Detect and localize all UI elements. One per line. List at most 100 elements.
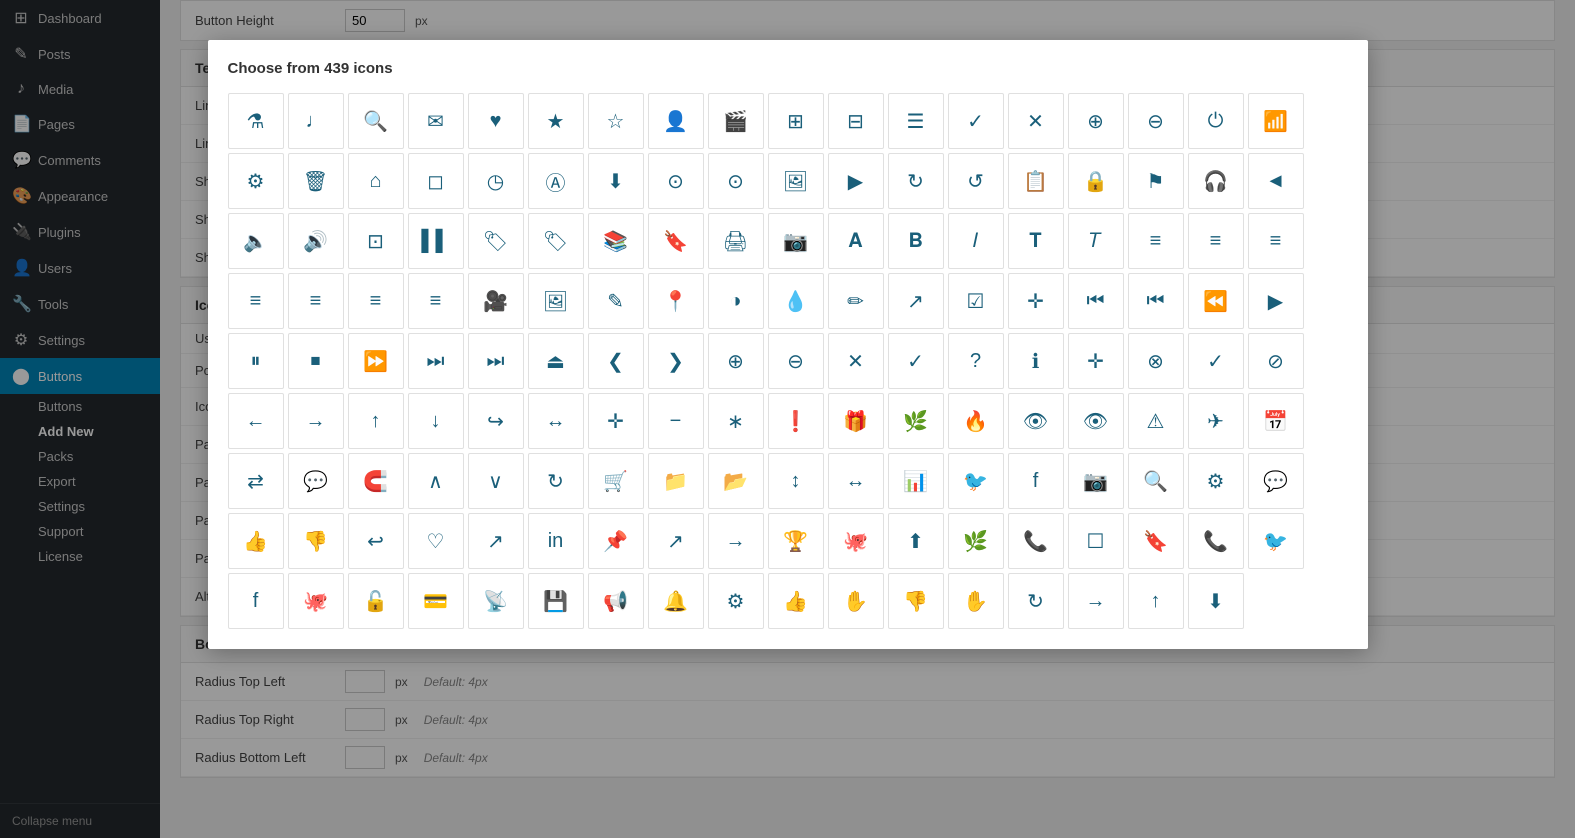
megaphone-icon[interactable]: 📢 — [588, 573, 644, 629]
github2-icon[interactable]: 🐙 — [288, 573, 344, 629]
track-next-icon[interactable]: ⏭ — [468, 333, 524, 389]
track-prev-icon[interactable]: ⏮ — [1128, 273, 1184, 329]
check-icon[interactable]: ✓ — [948, 93, 1004, 149]
chevron-left-icon[interactable]: ❮ — [588, 333, 644, 389]
filter-icon[interactable]: ⚗ — [228, 93, 284, 149]
forward-icon[interactable]: ↗ — [468, 513, 524, 569]
pin-icon[interactable]: 📍 — [648, 273, 704, 329]
power-icon[interactable]: ⏻ — [1188, 93, 1244, 149]
reply-icon[interactable]: ↪ — [468, 393, 524, 449]
chevron-right-icon[interactable]: ❯ — [648, 333, 704, 389]
facebook2-icon[interactable]: f — [228, 573, 284, 629]
play-icon[interactable]: ▶ — [828, 153, 884, 209]
arrow-down-icon[interactable]: ↓ — [408, 393, 464, 449]
pencil-icon[interactable]: ✎ — [588, 273, 644, 329]
plus-icon[interactable]: ✛ — [588, 393, 644, 449]
arrow-left-icon[interactable]: ← — [228, 393, 284, 449]
arrow-right-icon[interactable]: → — [288, 393, 344, 449]
vol-mute-icon[interactable]: ◄ — [1248, 153, 1304, 209]
calendar-icon[interactable]: 📅 — [1248, 393, 1304, 449]
info-circle-icon[interactable]: ℹ — [1008, 333, 1064, 389]
refresh-ccw-icon[interactable]: ↺ — [948, 153, 1004, 209]
signal-icon[interactable]: 📶 — [1248, 93, 1304, 149]
list-icon[interactable]: ☰ — [888, 93, 944, 149]
expand-icon[interactable]: ↔ — [528, 393, 584, 449]
image-icon[interactable]: 🖼 — [768, 153, 824, 209]
speech-icon[interactable]: 💬 — [288, 453, 344, 509]
thumbs-up-icon[interactable]: 👍 — [228, 513, 284, 569]
phone2-icon[interactable]: 📞 — [1188, 513, 1244, 569]
video-icon[interactable]: 🎥 — [468, 273, 524, 329]
twitter-icon[interactable]: 🐦 — [948, 453, 1004, 509]
circle-down-icon[interactable]: ⊙ — [648, 153, 704, 209]
exclaim-icon[interactable]: ❗ — [768, 393, 824, 449]
pause-icon[interactable]: ⏸ — [228, 333, 284, 389]
text-t2-icon[interactable]: 𝑇 — [1068, 213, 1124, 269]
share-icon[interactable]: ↗ — [888, 273, 944, 329]
text-t-icon[interactable]: 𝐓 — [1008, 213, 1064, 269]
grid-3x3-icon[interactable]: ⊟ — [828, 93, 884, 149]
camera-icon[interactable]: 📷 — [768, 213, 824, 269]
sign-in-icon[interactable]: → — [708, 513, 764, 569]
rotate-icon[interactable]: ↻ — [1008, 573, 1064, 629]
search-plus-icon[interactable]: 🔍 — [1128, 453, 1184, 509]
unlock-icon[interactable]: 🔓 — [348, 573, 404, 629]
music-icon[interactable]: ♩ — [288, 93, 344, 149]
asterisk-icon[interactable]: ∗ — [708, 393, 764, 449]
minus-circle-icon[interactable]: ⊖ — [768, 333, 824, 389]
align-center-icon[interactable]: ≡ — [1188, 213, 1244, 269]
zoom-out-icon[interactable]: ⊖ — [1128, 93, 1184, 149]
rss-icon[interactable]: 📡 — [468, 573, 524, 629]
twitter2-icon[interactable]: 🐦 — [1248, 513, 1304, 569]
linkedin-icon[interactable]: in — [528, 513, 584, 569]
close-icon[interactable]: ✕ — [1008, 93, 1064, 149]
fire-icon[interactable]: 🔥 — [948, 393, 1004, 449]
mail-icon[interactable]: ✉ — [408, 93, 464, 149]
question-circle-icon[interactable]: ? — [948, 333, 1004, 389]
bookmark-icon[interactable]: 🔖 — [648, 213, 704, 269]
skip-end-icon[interactable]: ⏭ — [408, 333, 464, 389]
align-right-icon[interactable]: ≡ — [1248, 213, 1304, 269]
headphones-icon[interactable]: 🎧 — [1188, 153, 1244, 209]
align-justify-icon[interactable]: ≡ — [228, 273, 284, 329]
vol-high-icon[interactable]: 🔊 — [288, 213, 344, 269]
gift-icon[interactable]: 🎁 — [828, 393, 884, 449]
plus-circle-icon[interactable]: ⊕ — [708, 333, 764, 389]
check-circle-icon[interactable]: ✓ — [888, 333, 944, 389]
settings2-icon[interactable]: ⚙ — [708, 573, 764, 629]
folder-open-icon[interactable]: 📂 — [708, 453, 764, 509]
clock-icon[interactable]: ◷ — [468, 153, 524, 209]
download-icon[interactable]: ⬇ — [588, 153, 644, 209]
align-left-icon[interactable]: ≡ — [1128, 213, 1184, 269]
heart-icon[interactable]: ♥ — [468, 93, 524, 149]
move-icon[interactable]: ✛ — [1008, 273, 1064, 329]
arrow-right2-icon[interactable]: → — [1068, 573, 1124, 629]
chevron-up-icon[interactable]: ∧ — [408, 453, 464, 509]
lock-icon[interactable]: 🔒 — [1068, 153, 1124, 209]
tags-icon[interactable]: 🏷 — [528, 213, 584, 269]
ban-icon[interactable]: ⊘ — [1248, 333, 1304, 389]
comment-icon[interactable]: 💬 — [1248, 453, 1304, 509]
leaf-icon[interactable]: 🌿 — [888, 393, 944, 449]
list-indent-icon[interactable]: ≡ — [348, 273, 404, 329]
circle-half-icon[interactable]: ◑ — [708, 273, 764, 329]
icon-picker-overlay[interactable]: Choose from 439 icons ⚗♩🔍✉♥★☆👤🎬⊞⊟☰✓✕⊕⊖⏻📶… — [160, 0, 1575, 838]
hdd-icon[interactable]: 💾 — [528, 573, 584, 629]
folder-icon[interactable]: 📁 — [648, 453, 704, 509]
cogs-icon[interactable]: ⚙ — [1188, 453, 1244, 509]
arrow-down2-icon[interactable]: ⬇ — [1188, 573, 1244, 629]
drop-icon[interactable]: 💧 — [768, 273, 824, 329]
film-icon[interactable]: 🎬 — [708, 93, 764, 149]
text-b-icon[interactable]: 𝐁 — [888, 213, 944, 269]
shuffle-icon[interactable]: ⇄ — [228, 453, 284, 509]
upload-icon[interactable]: ⬆ — [888, 513, 944, 569]
eject-icon[interactable]: ⏏ — [528, 333, 584, 389]
trash-icon[interactable]: 🗑 — [288, 153, 344, 209]
gear-icon[interactable]: ⚙ — [228, 153, 284, 209]
credit-card-icon[interactable]: 💳 — [408, 573, 464, 629]
play2-icon[interactable]: ▶ — [1248, 273, 1304, 329]
fast-back-icon[interactable]: ⏪ — [1188, 273, 1244, 329]
font-icon[interactable]: Ⓐ — [528, 153, 584, 209]
undo-icon[interactable]: ↩ — [348, 513, 404, 569]
hand-up-icon[interactable]: ✋ — [828, 573, 884, 629]
